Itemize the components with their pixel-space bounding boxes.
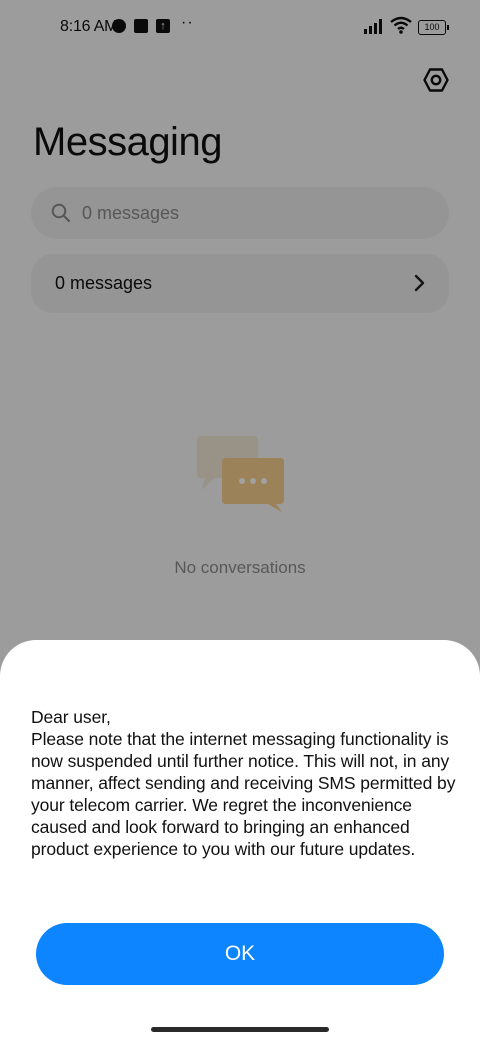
notice-dialog: Dear user, Please note that the internet… [0, 640, 480, 1040]
dialog-body: Please note that the internet messaging … [31, 729, 456, 859]
home-indicator[interactable] [151, 1027, 329, 1032]
messaging-screen: 8:16 AM ↑ ·· 100 Messaging 0 messages 0 … [0, 0, 480, 1040]
ok-button[interactable]: OK [36, 923, 444, 985]
dialog-greeting: Dear user, [31, 707, 111, 727]
dialog-message: Dear user, Please note that the internet… [31, 706, 471, 860]
